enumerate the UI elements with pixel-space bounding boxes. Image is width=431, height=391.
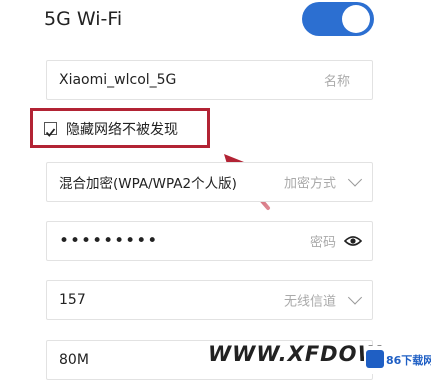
encryption-value: 混合加密(WPA/WPA2个人版) [59,176,237,192]
encryption-label: 加密方式 [279,172,336,192]
password-label: 密码 [309,235,336,251]
password-value: ••••••••• [59,231,159,251]
chevron-down-icon [347,172,363,187]
ssid-field[interactable]: Xiaomi_wlcol_5G 名称 [46,60,373,100]
ssid-value: Xiaomi_wlcol_5G [59,72,177,88]
password-field[interactable]: ••••••••• 密码 [46,221,373,261]
watermark-logo: 86下载网 [364,346,431,374]
channel-value: 157 [59,292,86,308]
watermark-text: WWW.XFDOW [208,342,382,366]
logo-icon [366,350,384,368]
wifi-toggle[interactable] [302,2,374,36]
highlight-box [30,108,210,148]
encryption-select[interactable]: 混合加密(WPA/WPA2个人版) 加密方式 [46,162,373,202]
bandwidth-value: 80M [59,352,89,368]
logo-text: 86下载网 [386,354,431,367]
chevron-down-icon [347,290,363,305]
channel-label: 无线信道 [283,294,336,310]
eye-icon[interactable] [344,235,362,247]
ssid-label: 名称 [323,74,350,90]
toggle-knob [342,5,370,33]
channel-select[interactable]: 157 无线信道 [46,280,373,320]
wifi-band-title: 5G Wi-Fi [44,8,123,30]
